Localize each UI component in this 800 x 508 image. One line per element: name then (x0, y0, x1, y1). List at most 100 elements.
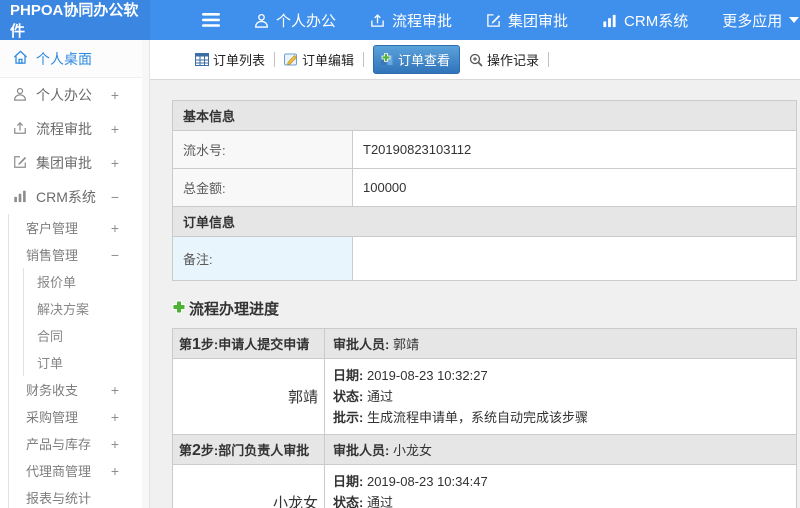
tab-label: 操作记录 (487, 53, 540, 68)
date-value: 2019-08-23 10:34:47 (366, 474, 488, 489)
detail-line-comment: 批示: 生成流程申请单，系统自动完成该步骤 (333, 407, 788, 428)
nav-label: 集团审批 (508, 12, 569, 30)
expand-plus-icon[interactable]: + (111, 121, 119, 137)
step-detail-cell: 日期: 2019-08-23 10:32:27 状态: 通过 批示: 生成流程申… (324, 358, 797, 435)
group-approval-icon (486, 13, 501, 28)
field-value-serial-no: T20190823103112 (352, 130, 797, 169)
collapse-minus-icon[interactable]: − (111, 189, 119, 205)
expand-plus-icon[interactable]: + (111, 463, 119, 479)
sidebar-item-label: 报表与统计 (26, 491, 92, 506)
process-steps-table: 第1步:申请人提交申请 审批人员: 郭靖 郭靖 日期: 2019-08-23 1… (172, 328, 797, 508)
app-window: PHPOA协同办公软件 个人办公 流程审批 集团审批 CRM系统 更多应用 个人… (0, 0, 800, 508)
sidebar-item-label: 解决方案 (37, 302, 90, 317)
approver-name: 小龙女 (392, 443, 432, 458)
person-icon (13, 87, 27, 104)
tab-strip: 订单列表 订单编辑 订单查看 操作记录 (150, 40, 800, 80)
detail-line-status: 状态: 通过 (333, 386, 788, 407)
step-suffix: 步:部门负责人审批 (200, 442, 310, 458)
sidebar-item-purchasing[interactable]: 采购管理 + (9, 403, 149, 430)
step-number: 2 (192, 441, 201, 459)
tab-divider (363, 52, 365, 67)
collapse-minus-icon[interactable]: − (111, 247, 119, 263)
field-label-remark: 备注: (172, 236, 353, 281)
sidebar-item-label: 流程审批 (36, 121, 92, 137)
sidebar-item-process-approval[interactable]: 流程审批 + (0, 112, 149, 146)
sidebar-item-reports-stats[interactable]: 报表与统计 (9, 484, 149, 508)
sales-submenu: 报价单 解决方案 合同 订单 (23, 268, 149, 376)
tab-divider (274, 52, 276, 67)
step-suffix: 步:申请人提交申请 (200, 336, 310, 352)
step-header-row: 第2步:部门负责人审批 审批人员: 小龙女 (172, 434, 797, 465)
sidebar-item-contract[interactable]: 合同 (24, 322, 149, 349)
caret-down-icon (789, 17, 800, 23)
sidebar-item-sales-mgmt[interactable]: 销售管理 − (9, 241, 149, 268)
date-label: 日期: (333, 474, 364, 489)
field-value-remark (352, 236, 797, 281)
expand-plus-icon[interactable]: + (111, 382, 119, 398)
expand-plus-icon[interactable]: + (111, 155, 119, 171)
status-label: 状态: (333, 389, 364, 404)
green-plus-icon (172, 300, 186, 318)
approver-label: 审批人员: (333, 337, 390, 352)
sidebar-item-agent-mgmt[interactable]: 代理商管理 + (9, 457, 149, 484)
process-approval-icon (13, 121, 27, 138)
detail-line-date: 日期: 2019-08-23 10:34:47 (333, 471, 788, 492)
sidebar-item-customer-mgmt[interactable]: 客户管理 + (9, 214, 149, 241)
tab-order-list[interactable]: 订单列表 (195, 50, 265, 69)
hamburger-menu-icon[interactable] (202, 13, 220, 27)
sidebar-item-personal-office[interactable]: 个人办公 + (0, 78, 149, 112)
tab-order-edit[interactable]: 订单编辑 (284, 50, 354, 69)
nav-crm-system[interactable]: CRM系统 (602, 10, 688, 31)
sidebar-scrollbar[interactable] (142, 40, 149, 508)
detail-line-status: 状态: 通过 (333, 492, 788, 508)
comment-value: 生成流程申请单，系统自动完成该步骤 (366, 410, 588, 425)
sidebar-item-label: 个人桌面 (36, 50, 92, 67)
sidebar-item-solution[interactable]: 解决方案 (24, 295, 149, 322)
date-value: 2019-08-23 10:32:27 (366, 368, 488, 383)
sidebar-item-quotation[interactable]: 报价单 (24, 268, 149, 295)
expand-plus-icon[interactable]: + (111, 220, 119, 236)
group-approval-icon (13, 155, 27, 172)
table-row: 总金额: 100000 (172, 168, 797, 207)
step-number: 1 (192, 335, 201, 353)
status-label: 状态: (333, 495, 364, 508)
order-list-icon (195, 53, 209, 66)
step-title: 第1步:申请人提交申请 (172, 328, 325, 359)
expand-plus-icon[interactable]: + (111, 87, 119, 103)
order-edit-icon (284, 53, 298, 66)
nav-label: CRM系统 (624, 12, 689, 30)
sidebar-item-label: 产品与库存 (26, 437, 92, 452)
tab-label: 订单列表 (213, 53, 266, 68)
table-row: 流水号: T20190823103112 (172, 130, 797, 169)
sidebar-item-label: 合同 (37, 329, 64, 344)
sidebar: 个人桌面 个人办公 + 流程审批 + 集团审批 + CRM系统 − 客户管理 +… (0, 40, 150, 508)
order-detail-table: 基本信息 流水号: T20190823103112 总金额: 100000 订单… (172, 100, 797, 281)
expand-plus-icon[interactable]: + (111, 436, 119, 452)
step-prefix: 第 (179, 442, 193, 458)
crm-submenu: 客户管理 + 销售管理 − 报价单 解决方案 合同 订单 财务收支 + 采购管理… (8, 214, 149, 508)
tab-order-view[interactable]: 订单查看 (373, 45, 461, 74)
nav-more-apps[interactable]: 更多应用 (722, 10, 800, 31)
sidebar-item-products-inventory[interactable]: 产品与库存 + (9, 430, 149, 457)
sidebar-item-desktop[interactable]: 个人桌面 (0, 40, 149, 78)
step-actor-name: 小龙女 (172, 464, 325, 508)
heading-label: 流程办理进度 (189, 301, 280, 318)
sidebar-item-label: 销售管理 (26, 248, 79, 263)
sidebar-item-crm-system[interactable]: CRM系统 − (0, 180, 149, 214)
top-nav: 个人办公 流程审批 集团审批 CRM系统 更多应用 (202, 0, 800, 40)
field-value-total-amount: 100000 (352, 168, 797, 207)
main-area: 订单列表 订单编辑 订单查看 操作记录 基本信息 流水号: T201908231… (150, 40, 800, 508)
table-row: 备注: (172, 236, 797, 281)
nav-process-approval[interactable]: 流程审批 (370, 10, 452, 31)
sidebar-item-order[interactable]: 订单 (24, 349, 149, 376)
sidebar-item-label: 集团审批 (36, 155, 92, 171)
tab-operation-log[interactable]: 操作记录 (469, 50, 539, 69)
sidebar-item-group-approval[interactable]: 集团审批 + (0, 146, 149, 180)
step-approver-cell: 审批人员: 小龙女 (324, 434, 797, 465)
nav-personal-office[interactable]: 个人办公 (254, 10, 336, 31)
expand-plus-icon[interactable]: + (111, 409, 119, 425)
sidebar-item-finance[interactable]: 财务收支 + (9, 376, 149, 403)
nav-label: 个人办公 (276, 12, 337, 30)
sidebar-item-label: 报价单 (37, 275, 77, 290)
nav-group-approval[interactable]: 集团审批 (486, 10, 568, 31)
